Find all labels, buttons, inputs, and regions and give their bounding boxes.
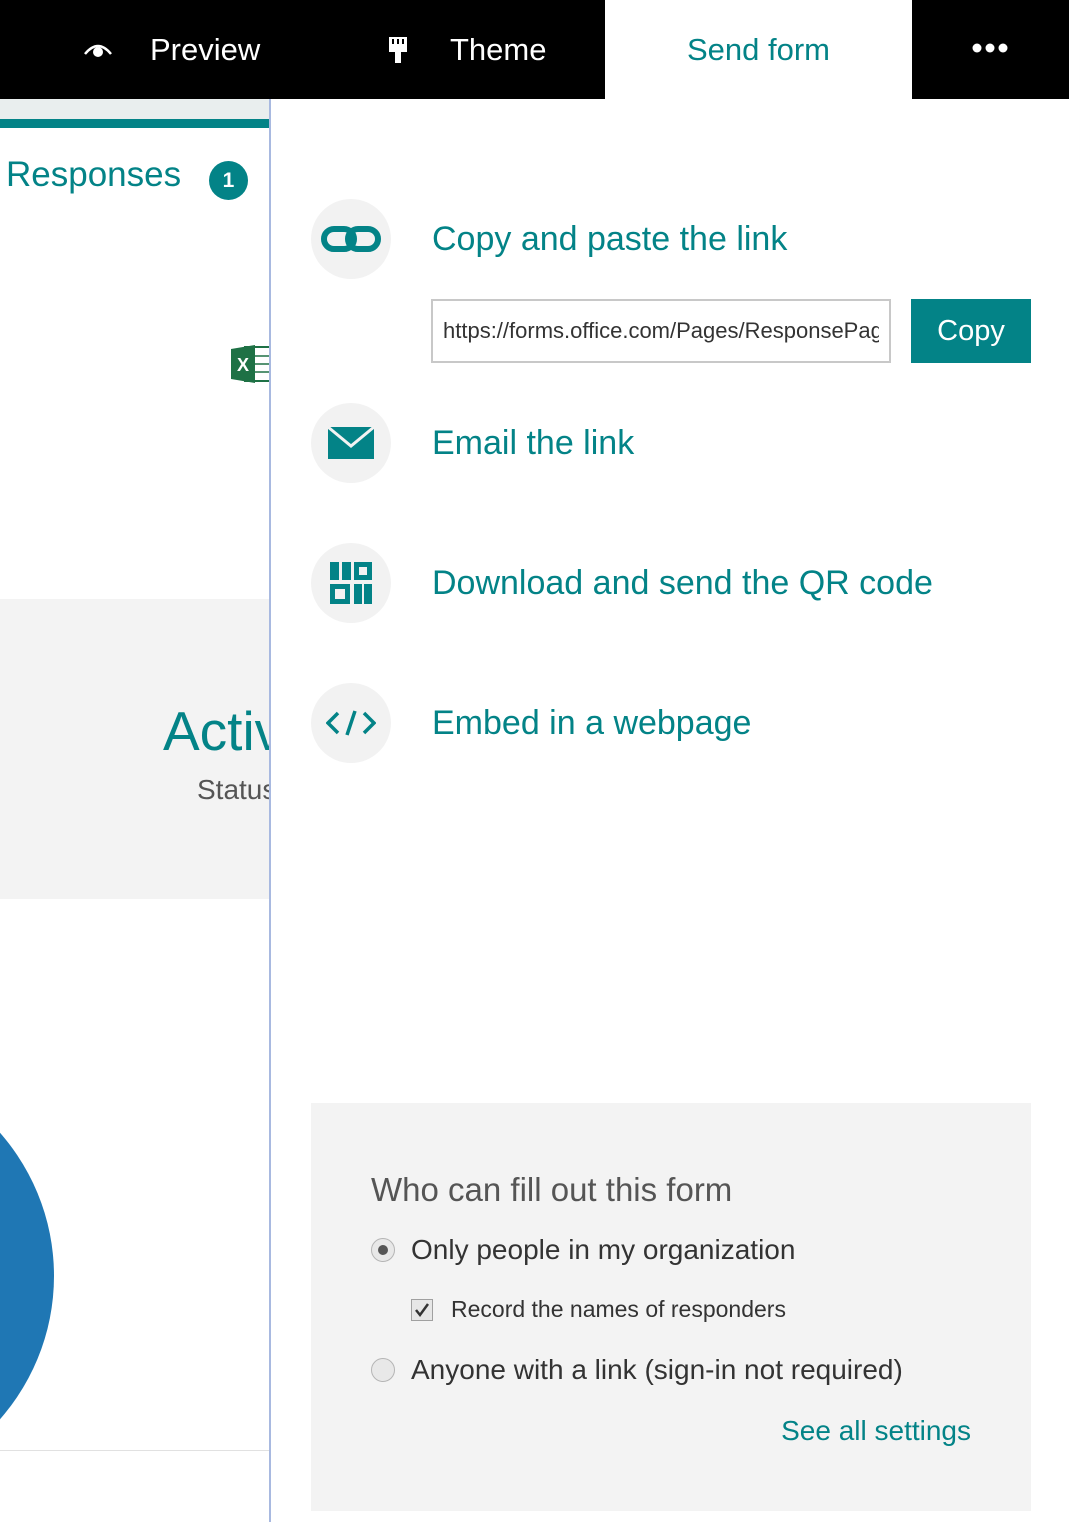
copy-button[interactable]: Copy bbox=[911, 299, 1031, 363]
qr-code-label: Download and send the QR code bbox=[432, 563, 933, 602]
excel-icon[interactable]: X bbox=[231, 343, 270, 390]
copy-link-label: Copy and paste the link bbox=[432, 219, 788, 258]
radio-anyone-with-link[interactable]: Anyone with a link (sign-in not required… bbox=[371, 1354, 903, 1386]
theme-button[interactable]: Theme bbox=[380, 0, 546, 99]
status-caption: Status bbox=[197, 774, 270, 805]
who-can-fill-section: Who can fill out this form Only people i… bbox=[311, 1103, 1031, 1511]
email-link-option[interactable]: Email the link bbox=[311, 403, 634, 483]
background-page: Responses 1 X Activ Status bbox=[0, 99, 270, 1522]
paint-brush-icon bbox=[380, 32, 416, 68]
record-names-option[interactable]: Record the names of responders bbox=[411, 1296, 786, 1323]
top-toolbar: Preview Theme Send form bbox=[0, 0, 1069, 99]
link-url-field[interactable] bbox=[431, 299, 891, 363]
responses-count-badge: 1 bbox=[209, 161, 248, 200]
checkmark-icon bbox=[415, 1302, 430, 1317]
only-organization-label: Only people in my organization bbox=[411, 1234, 796, 1265]
background-strip bbox=[0, 99, 270, 119]
record-names-label: Record the names of responders bbox=[451, 1296, 786, 1322]
status-heading: Activ bbox=[163, 700, 270, 762]
pie-chart bbox=[0, 1059, 54, 1493]
radio-button-unselected[interactable] bbox=[371, 1358, 395, 1382]
responses-tab[interactable]: Responses bbox=[6, 155, 181, 195]
responses-tab-indicator bbox=[0, 119, 270, 128]
radio-button-selected[interactable] bbox=[371, 1238, 395, 1262]
eye-icon bbox=[80, 32, 116, 68]
record-names-checkbox[interactable] bbox=[411, 1298, 433, 1321]
copy-link-option[interactable]: Copy and paste the link bbox=[311, 199, 787, 279]
embed-option[interactable]: Embed in a webpage bbox=[311, 683, 751, 763]
anyone-with-link-label: Anyone with a link (sign-in not required… bbox=[411, 1354, 903, 1385]
code-icon bbox=[311, 683, 391, 763]
who-can-fill-title: Who can fill out this form bbox=[371, 1171, 733, 1208]
see-all-settings-link[interactable]: See all settings bbox=[781, 1415, 971, 1447]
qr-code-icon bbox=[311, 543, 391, 623]
more-icon bbox=[971, 41, 1009, 59]
link-icon bbox=[311, 199, 391, 279]
divider bbox=[0, 1450, 270, 1451]
email-link-label: Email the link bbox=[432, 423, 635, 462]
more-options-button[interactable] bbox=[950, 0, 1030, 99]
send-form-label: Send form bbox=[686, 31, 830, 67]
svg-text:X: X bbox=[237, 355, 249, 375]
qr-code-option[interactable]: Download and send the QR code bbox=[311, 543, 933, 623]
preview-label: Preview bbox=[150, 31, 261, 67]
send-form-tab[interactable]: Send form bbox=[605, 0, 912, 99]
theme-label: Theme bbox=[450, 31, 547, 67]
radio-dot bbox=[378, 1245, 388, 1255]
send-form-panel: Copy and paste the link Copy Email the l… bbox=[269, 99, 1069, 1522]
embed-label: Embed in a webpage bbox=[432, 703, 752, 742]
preview-button[interactable]: Preview bbox=[80, 0, 260, 99]
radio-only-organization[interactable]: Only people in my organization bbox=[371, 1234, 795, 1266]
mail-icon bbox=[311, 403, 391, 483]
